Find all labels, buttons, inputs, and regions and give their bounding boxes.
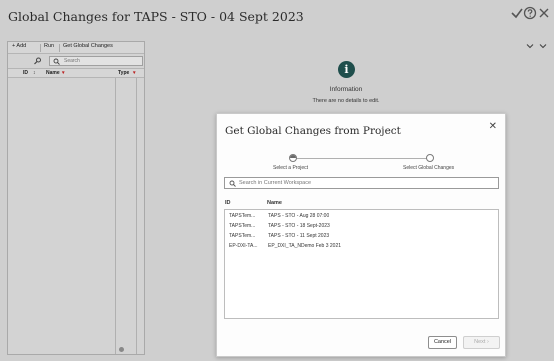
panel-search-row xyxy=(8,55,144,67)
get-global-changes-button[interactable]: Get Global Changes xyxy=(63,43,113,49)
project-name: TAPS - STO - Aug 28 07:00 xyxy=(268,213,330,219)
project-name: EP_DXI_TA_NDemo Feb 3 2021 xyxy=(268,243,342,249)
get-global-changes-dialog: Get Global Changes from Project ✕ Select… xyxy=(216,113,506,357)
column-divider xyxy=(136,78,137,354)
project-list: TAPSTem... TAPS - STO - Aug 28 07:00 TAP… xyxy=(224,209,499,319)
dialog-title: Get Global Changes from Project xyxy=(225,125,401,137)
search-options-icon[interactable] xyxy=(33,57,42,65)
info-icon: i xyxy=(338,61,355,78)
panel-search-input[interactable] xyxy=(64,57,140,65)
step-select-global-changes-indicator[interactable] xyxy=(426,154,434,162)
cancel-button[interactable]: Cancel xyxy=(428,336,457,349)
project-row[interactable]: EP-DXI-TA... EP_DXI_TA_NDemo Feb 3 2021 xyxy=(225,242,498,252)
sort-icon[interactable]: ↕ xyxy=(33,70,36,76)
chevron-down-icon[interactable] xyxy=(539,42,547,50)
close-icon[interactable] xyxy=(537,6,551,20)
column-header-type[interactable]: Type xyxy=(118,70,129,76)
toolbar-divider xyxy=(59,44,60,52)
step-select-project-indicator[interactable] xyxy=(289,154,297,162)
run-button[interactable]: Run xyxy=(44,43,54,49)
global-changes-panel: + Add Run Get Global Changes ID ↕ Name ▾… xyxy=(7,41,145,355)
project-row[interactable]: TAPSTem... TAPS - STO - 18 Sept-2023 xyxy=(225,222,498,232)
project-row[interactable]: TAPSTem... TAPS - STO - 11 Sept 2023 xyxy=(225,232,498,242)
workspace-search-field[interactable] xyxy=(224,177,499,189)
add-button[interactable]: + Add xyxy=(12,43,26,49)
chevron-down-icon[interactable] xyxy=(526,42,534,50)
step-select-global-changes-label: Select Global Changes xyxy=(403,165,455,171)
column-header-name[interactable]: Name xyxy=(46,70,60,76)
project-row[interactable]: TAPSTem... TAPS - STO - Aug 28 07:00 xyxy=(225,212,498,222)
help-icon[interactable] xyxy=(523,6,537,20)
dialog-close-icon[interactable]: ✕ xyxy=(489,121,497,132)
info-title: Information xyxy=(329,86,363,93)
project-name: TAPS - STO - 11 Sept 2023 xyxy=(268,233,330,239)
type-filter-icon[interactable]: ▾ xyxy=(133,70,136,76)
project-id: TAPSTem... xyxy=(229,223,256,229)
column-divider xyxy=(115,78,116,354)
info-message: There are no details to edit. xyxy=(312,98,380,104)
panel-toolbar: + Add Run Get Global Changes xyxy=(8,42,144,54)
search-icon xyxy=(53,58,60,65)
search-icon xyxy=(229,180,236,187)
column-header-name[interactable]: Name xyxy=(267,200,282,206)
column-header-id[interactable]: ID xyxy=(225,200,231,206)
panel-grid-header: ID ↕ Name ▾ Type ▾ xyxy=(8,68,144,78)
column-header-id[interactable]: ID xyxy=(23,70,28,76)
next-button[interactable]: Next › xyxy=(463,336,500,349)
step-select-project-label: Select a Project xyxy=(273,165,309,171)
chevron-right-icon: › xyxy=(487,339,489,345)
page-title: Global Changes for TAPS - STO - 04 Sept … xyxy=(8,9,304,24)
step-train-line xyxy=(293,158,429,159)
scroll-handle[interactable] xyxy=(119,347,124,352)
project-id: TAPSTem... xyxy=(229,213,256,219)
panel-search-field[interactable] xyxy=(49,56,143,66)
checkmark-icon[interactable] xyxy=(510,6,524,20)
name-filter-icon[interactable]: ▾ xyxy=(62,70,65,76)
project-id: EP-DXI-TA... xyxy=(229,243,258,249)
next-button-label: Next xyxy=(474,339,486,345)
workspace-search-input[interactable] xyxy=(239,178,495,188)
page-header: Global Changes for TAPS - STO - 04 Sept … xyxy=(0,0,554,36)
project-id: TAPSTem... xyxy=(229,233,256,239)
project-name: TAPS - STO - 18 Sept-2023 xyxy=(268,223,330,229)
toolbar-divider xyxy=(40,44,41,52)
